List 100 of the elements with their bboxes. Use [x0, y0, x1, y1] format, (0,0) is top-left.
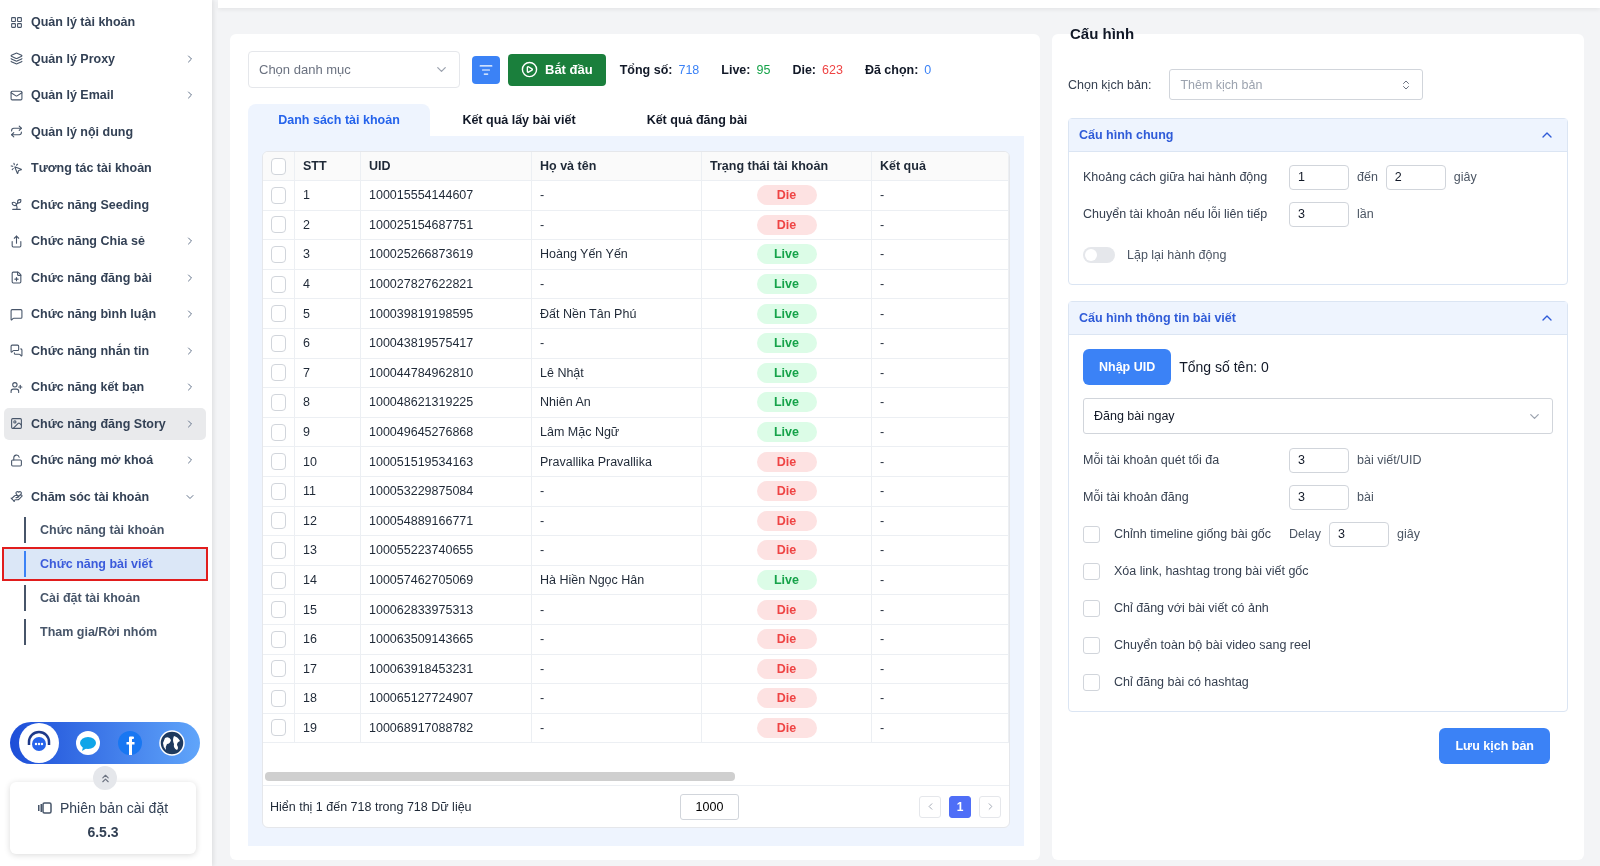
- number-field[interactable]: 3: [1289, 447, 1349, 473]
- stat-label: Tổng số:: [619, 62, 673, 77]
- chat-bubble-icon[interactable]: [76, 731, 101, 755]
- table-cell: 17: [295, 654, 361, 685]
- mail-icon: [10, 88, 23, 102]
- checkbox[interactable]: [1083, 525, 1100, 543]
- checkbox[interactable]: [1083, 673, 1100, 691]
- status-badge: Die: [756, 451, 817, 472]
- table-cell: 16: [295, 624, 361, 655]
- row-checkbox[interactable]: [271, 275, 286, 293]
- table-cell: 100068917088782: [361, 713, 532, 744]
- previous-page-button[interactable]: [919, 795, 941, 818]
- stat-value: 95: [756, 62, 771, 77]
- checkbox[interactable]: [1083, 599, 1100, 617]
- row-checkbox[interactable]: [271, 719, 286, 737]
- sidebar-item[interactable]: Quản lý nội dung: [4, 115, 206, 148]
- sidebar-item[interactable]: Chức năng mở khoá: [4, 444, 206, 476]
- checkbox[interactable]: [1083, 562, 1100, 580]
- row-checkbox[interactable]: [271, 630, 286, 648]
- sidebar-subitem[interactable]: Cài đặt tài khoản: [4, 583, 206, 613]
- horizontal-scrollbar[interactable]: [265, 772, 735, 781]
- number-field[interactable]: 3: [1289, 484, 1349, 510]
- number-field[interactable]: 1: [1289, 164, 1349, 190]
- table-cell: Nhiên An: [532, 388, 702, 418]
- status-badge: Live: [756, 392, 817, 413]
- row-checkbox[interactable]: [271, 305, 286, 323]
- sidebar-item[interactable]: Chức năng đăng Story: [4, 407, 206, 440]
- user-plus-icon: [10, 380, 23, 394]
- import-uid-button[interactable]: Nhập UID: [1083, 349, 1172, 385]
- stat-label: Die:: [792, 62, 816, 77]
- page-button[interactable]: 1: [949, 795, 971, 818]
- unit-label: giây: [1397, 527, 1420, 541]
- share-icon: [10, 234, 23, 248]
- sidebar-item[interactable]: Chức năng Seeding: [4, 188, 206, 221]
- field-label: Mỗi tài khoản quét tối đa: [1083, 453, 1221, 467]
- table-cell: 100015554144607: [361, 181, 532, 211]
- sidebar-item[interactable]: Chức năng nhắn tin: [4, 334, 206, 367]
- sidebar-subitem[interactable]: Tham gia/Rời nhóm: [4, 617, 206, 647]
- collapse-button[interactable]: [93, 766, 117, 790]
- image-icon: [10, 417, 23, 430]
- table-cell: -: [872, 299, 1009, 329]
- section-header[interactable]: Cấu hình thông tin bài viết: [1069, 302, 1567, 335]
- post-mode-select[interactable]: Đăng bài ngay: [1083, 398, 1553, 434]
- row-checkbox[interactable]: [271, 571, 286, 589]
- sidebar-item[interactable]: Chức năng kết bạn: [4, 371, 206, 403]
- section-header[interactable]: Cấu hình chung: [1069, 119, 1567, 152]
- toggle-switch[interactable]: [1083, 247, 1115, 263]
- table-cell: 100054889166771: [361, 506, 532, 537]
- save-script-button[interactable]: Lưu kịch bản: [1439, 728, 1550, 764]
- table-cell: 7: [295, 358, 361, 389]
- sidebar-item[interactable]: Quản lý Email: [4, 79, 206, 111]
- row-checkbox[interactable]: [271, 393, 286, 411]
- stat-value: 623: [822, 62, 843, 77]
- table-cell: 100039819198595: [361, 299, 532, 329]
- status-badge: Die: [756, 540, 817, 561]
- number-field[interactable]: 3: [1289, 201, 1349, 227]
- row-checkbox[interactable]: [271, 334, 286, 352]
- number-field[interactable]: 2: [1385, 164, 1446, 190]
- field-label: Mỗi tài khoản đăng: [1083, 490, 1190, 504]
- config-title: Cấu hình: [1070, 25, 1136, 44]
- sidebar-item[interactable]: Chăm sóc tài khoản: [4, 480, 206, 513]
- stat-value: 718: [678, 62, 700, 77]
- table-cell: -: [872, 447, 1009, 477]
- status-badge: Live: [756, 244, 817, 265]
- row-checkbox[interactable]: [271, 482, 286, 500]
- row-checkbox[interactable]: [271, 660, 286, 678]
- table-cell: 1: [295, 181, 361, 211]
- sidebar-item[interactable]: Quản lý Proxy: [4, 42, 206, 75]
- sidebar-item[interactable]: Chức năng đăng bài: [4, 261, 206, 294]
- sidebar-item[interactable]: Chức năng Chia sẻ: [4, 225, 206, 257]
- facebook-icon[interactable]: [117, 731, 142, 755]
- sidebar-subitem[interactable]: Chức năng bài viết: [4, 549, 206, 579]
- checkbox-label: Xóa link, hashtag trong bài viết gốc: [1114, 564, 1309, 578]
- tab[interactable]: Danh sách tài khoản: [248, 104, 430, 136]
- row-checkbox[interactable]: [271, 246, 286, 263]
- sidebar-item[interactable]: Quản lý tài khoản: [4, 6, 206, 38]
- row-checkbox[interactable]: [271, 601, 286, 619]
- number-field[interactable]: 3: [1329, 521, 1389, 547]
- globe-icon[interactable]: [159, 730, 186, 756]
- start-button[interactable]: Bắt đầu: [508, 53, 606, 86]
- row-checkbox[interactable]: [271, 423, 286, 441]
- page-size-field[interactable]: 1000: [680, 793, 739, 820]
- row-checkbox[interactable]: [271, 512, 286, 530]
- filter-button[interactable]: [472, 55, 500, 84]
- row-checkbox[interactable]: [271, 689, 286, 707]
- row-checkbox[interactable]: [271, 364, 286, 382]
- column-header: Trạng thái tài khoản: [702, 152, 872, 181]
- sidebar-item[interactable]: Tương tác tài khoản: [4, 152, 206, 184]
- headset-icon[interactable]: [18, 723, 59, 763]
- select-all-checkbox[interactable]: [271, 157, 286, 175]
- row-checkbox[interactable]: [271, 541, 286, 559]
- table-cell: Lê Nhật: [532, 358, 702, 389]
- row-checkbox[interactable]: [271, 186, 286, 204]
- checkbox[interactable]: [1083, 636, 1100, 654]
- row-checkbox[interactable]: [271, 453, 286, 471]
- row-checkbox[interactable]: [271, 216, 286, 234]
- sidebar-subitem[interactable]: Chức năng tài khoản: [4, 515, 206, 545]
- sidebar-item[interactable]: Chức năng bình luận: [4, 298, 206, 330]
- category-select[interactable]: Chọn danh mục: [248, 51, 460, 88]
- next-page-button[interactable]: [979, 795, 1001, 818]
